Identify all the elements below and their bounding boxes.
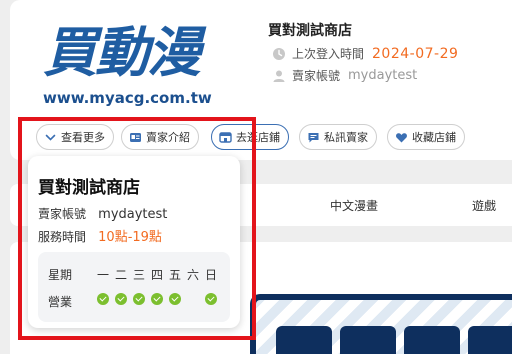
weekday-5: 五	[168, 268, 181, 282]
chat-icon	[308, 132, 319, 142]
favorite-store-button[interactable]: 收藏店鋪	[387, 124, 465, 150]
open-check-icon	[97, 293, 109, 305]
message-seller-label: 私訊賣家	[324, 131, 368, 144]
chevron-down-icon	[45, 134, 56, 141]
shop-card: 買動漫 www.myacg.com.tw 買對測試商店 上次登入時間 2024-…	[10, 0, 512, 160]
seller-intro-button[interactable]: 賣家介紹	[121, 124, 199, 150]
weekday-2: 二	[114, 268, 127, 282]
open-check-icon	[151, 293, 163, 305]
popup-account-value: mydaytest	[98, 207, 168, 222]
shop-name: 買對測試商店	[268, 23, 352, 39]
logo-wordmark: 買動漫	[43, 21, 201, 84]
last-login-date: 2024-07-29	[372, 45, 459, 62]
tab-chinese-comics[interactable]: 中文漫畫	[330, 197, 378, 214]
weekday-6: 六	[186, 268, 199, 282]
last-login-label: 上次登入時間	[292, 47, 365, 61]
weekday-3: 三	[132, 268, 145, 282]
favorite-store-label: 收藏店鋪	[412, 131, 456, 144]
banner-lettering	[276, 326, 512, 354]
banner-artwork	[250, 294, 512, 354]
weekday-1: 一	[96, 268, 109, 282]
view-more-label: 查看更多	[61, 131, 105, 144]
seller-account-row: 賣家帳號 mydaytest	[272, 67, 417, 84]
popup-hours-label: 服務時間	[38, 230, 87, 244]
seller-account-label: 賣家帳號	[292, 69, 341, 83]
clock-icon	[273, 47, 285, 60]
open-check-icon	[205, 293, 217, 305]
popup-hours-value: 10點-19點	[98, 230, 162, 245]
shop-logo[interactable]: 買動漫 www.myacg.com.tw	[29, 17, 249, 109]
weekday-4: 四	[150, 268, 163, 282]
seller-intro-label: 賣家介紹	[146, 131, 190, 144]
popup-hours-row: 服務時間 10點-19點	[38, 226, 162, 245]
seller-info-popup: 買對測試商店 賣家帳號 mydaytest 服務時間 10點-19點 星期 營業…	[28, 156, 240, 328]
visit-store-label: 去逛店鋪	[236, 131, 280, 144]
open-check-icon	[169, 293, 181, 305]
message-seller-button[interactable]: 私訊賣家	[299, 124, 377, 150]
open-check-icon	[115, 293, 127, 305]
popup-store-name: 買對測試商店	[38, 178, 140, 198]
user-icon	[273, 70, 285, 82]
business-schedule: 星期 營業 一二三四五六日	[38, 252, 230, 322]
heart-icon	[396, 132, 407, 142]
last-login-row: 上次登入時間 2024-07-29	[272, 45, 458, 62]
view-more-button[interactable]: 查看更多	[36, 124, 114, 150]
business-label: 營業	[48, 295, 73, 309]
popup-account-row: 賣家帳號 mydaytest	[38, 205, 167, 222]
weekday-label: 星期	[48, 268, 73, 282]
weekday-7: 日	[204, 268, 217, 282]
tab-games[interactable]: 遊戲	[472, 197, 496, 214]
logo-url: www.myacg.com.tw	[43, 89, 212, 107]
store-icon	[219, 131, 232, 143]
visit-store-button[interactable]: 去逛店鋪	[211, 124, 289, 150]
seller-account-value: mydaytest	[348, 68, 418, 83]
id-card-icon	[130, 132, 141, 142]
popup-account-label: 賣家帳號	[38, 207, 87, 221]
open-check-icon	[133, 293, 145, 305]
